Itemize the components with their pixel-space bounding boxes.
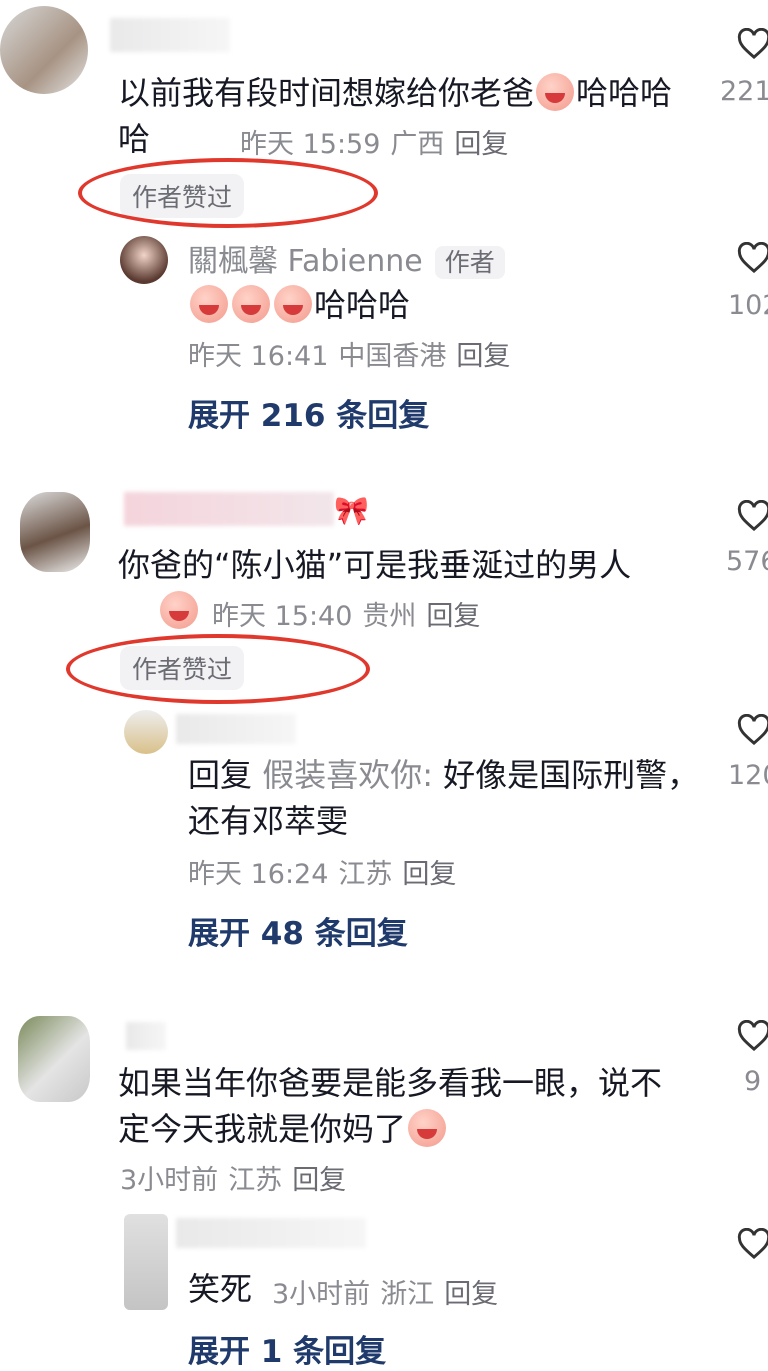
- bow-icon: 🎀: [334, 494, 369, 527]
- like-count: 120: [728, 760, 768, 791]
- timestamp: 昨天 16:24: [188, 859, 329, 890]
- reply-meta: 昨天 16:41 中国香港 回复: [188, 334, 520, 373]
- reply-text: 回复 假装喜欢你: 好像是国际刑警，还有邓萃雯: [188, 752, 708, 844]
- comment-meta: 昨天 15:59 广西 回复: [240, 122, 518, 161]
- avatar[interactable]: [0, 6, 88, 94]
- location: 浙江: [380, 1279, 435, 1310]
- reply-author-row: 關楓馨 Fabienne 作者: [188, 236, 505, 280]
- highlight-ring: [78, 158, 378, 228]
- author-tag: 作者: [434, 246, 505, 279]
- laugh-emoji-icon: [274, 285, 312, 323]
- expand-replies-button[interactable]: 展开 1 条回复: [188, 1326, 386, 1371]
- avatar[interactable]: [18, 1016, 90, 1102]
- avatar[interactable]: [20, 492, 90, 572]
- like-count: 102: [728, 290, 768, 321]
- like-count: 221: [720, 76, 768, 107]
- reply-button[interactable]: 回复: [292, 1165, 346, 1196]
- like-count: 9: [744, 1066, 762, 1097]
- reply-author-name[interactable]: 關楓馨 Fabienne: [188, 244, 423, 279]
- reply-avatar[interactable]: [120, 236, 168, 284]
- reply-meta: 昨天 16:24 江苏 回复: [188, 852, 466, 891]
- comment-meta: 昨天 15:40 贵州 回复: [212, 594, 490, 633]
- reply-button[interactable]: 回复: [454, 129, 508, 160]
- location: 江苏: [228, 1165, 283, 1196]
- location: 广西: [390, 129, 445, 160]
- heart-icon[interactable]: [736, 500, 768, 532]
- timestamp: 昨天 16:41: [188, 341, 329, 372]
- comment-tail: [158, 591, 200, 629]
- timestamp: 3小时前: [120, 1165, 219, 1196]
- reply-avatar[interactable]: [124, 710, 168, 754]
- reply-button[interactable]: 回复: [426, 601, 480, 632]
- heart-icon[interactable]: [736, 28, 768, 60]
- laugh-emoji-icon: [408, 1109, 447, 1147]
- location: 江苏: [338, 859, 393, 890]
- username-blurred[interactable]: [124, 492, 334, 526]
- timestamp: 昨天 15:59: [240, 129, 381, 160]
- location: 贵州: [362, 601, 417, 632]
- comment-body: 以前我有段时间想嫁给你老爸: [118, 74, 535, 112]
- reply-body: 哈哈哈: [314, 286, 411, 324]
- comment-text: 如果当年你爸要是能多看我一眼，说不定今天我就是你妈了: [118, 1060, 678, 1152]
- reply-button[interactable]: 回复: [402, 859, 456, 890]
- heart-icon[interactable]: [736, 1228, 768, 1260]
- reply-text: 哈哈哈: [188, 282, 410, 328]
- reply-button[interactable]: 回复: [444, 1279, 498, 1310]
- reply-prefix: 回复: [188, 756, 253, 794]
- comment-text: 你爸的“陈小猫”可是我垂涎过的男人: [118, 542, 688, 588]
- highlight-ring: [66, 634, 370, 704]
- comment-meta: 3小时前 江苏 回复: [120, 1158, 356, 1197]
- like-count: 576: [726, 546, 768, 577]
- heart-icon[interactable]: [736, 242, 768, 274]
- expand-replies-button[interactable]: 展开 48 条回复: [188, 908, 408, 953]
- comment-body: 如果当年你爸要是能多看我一眼，说不定今天我就是你妈了: [118, 1064, 663, 1148]
- reply-body: 笑死: [188, 1270, 253, 1308]
- reply-avatar[interactable]: [124, 1214, 168, 1310]
- username-blurred[interactable]: [126, 1022, 166, 1050]
- laugh-emoji-icon: [190, 285, 228, 323]
- comment-body: 你爸的“陈小猫”可是我垂涎过的男人: [118, 546, 632, 584]
- expand-replies-button[interactable]: 展开 216 条回复: [188, 390, 429, 435]
- username-blurred[interactable]: [176, 714, 296, 744]
- heart-icon[interactable]: [736, 1020, 768, 1052]
- heart-icon[interactable]: [736, 714, 768, 746]
- timestamp: 昨天 15:40: [212, 601, 353, 632]
- reply-meta: 3小时前 浙江 回复: [272, 1272, 508, 1311]
- location: 中国香港: [338, 341, 447, 372]
- timestamp: 3小时前: [272, 1279, 371, 1310]
- username-blurred[interactable]: [110, 18, 230, 52]
- laugh-emoji-icon: [160, 591, 198, 629]
- laugh-emoji-icon: [232, 285, 270, 323]
- laugh-emoji-icon: [536, 73, 575, 111]
- reply-button[interactable]: 回复: [456, 341, 510, 372]
- reply-to-user[interactable]: 假装喜欢你:: [262, 756, 433, 794]
- username-blurred[interactable]: [176, 1218, 366, 1248]
- reply-text: 笑死: [188, 1266, 252, 1312]
